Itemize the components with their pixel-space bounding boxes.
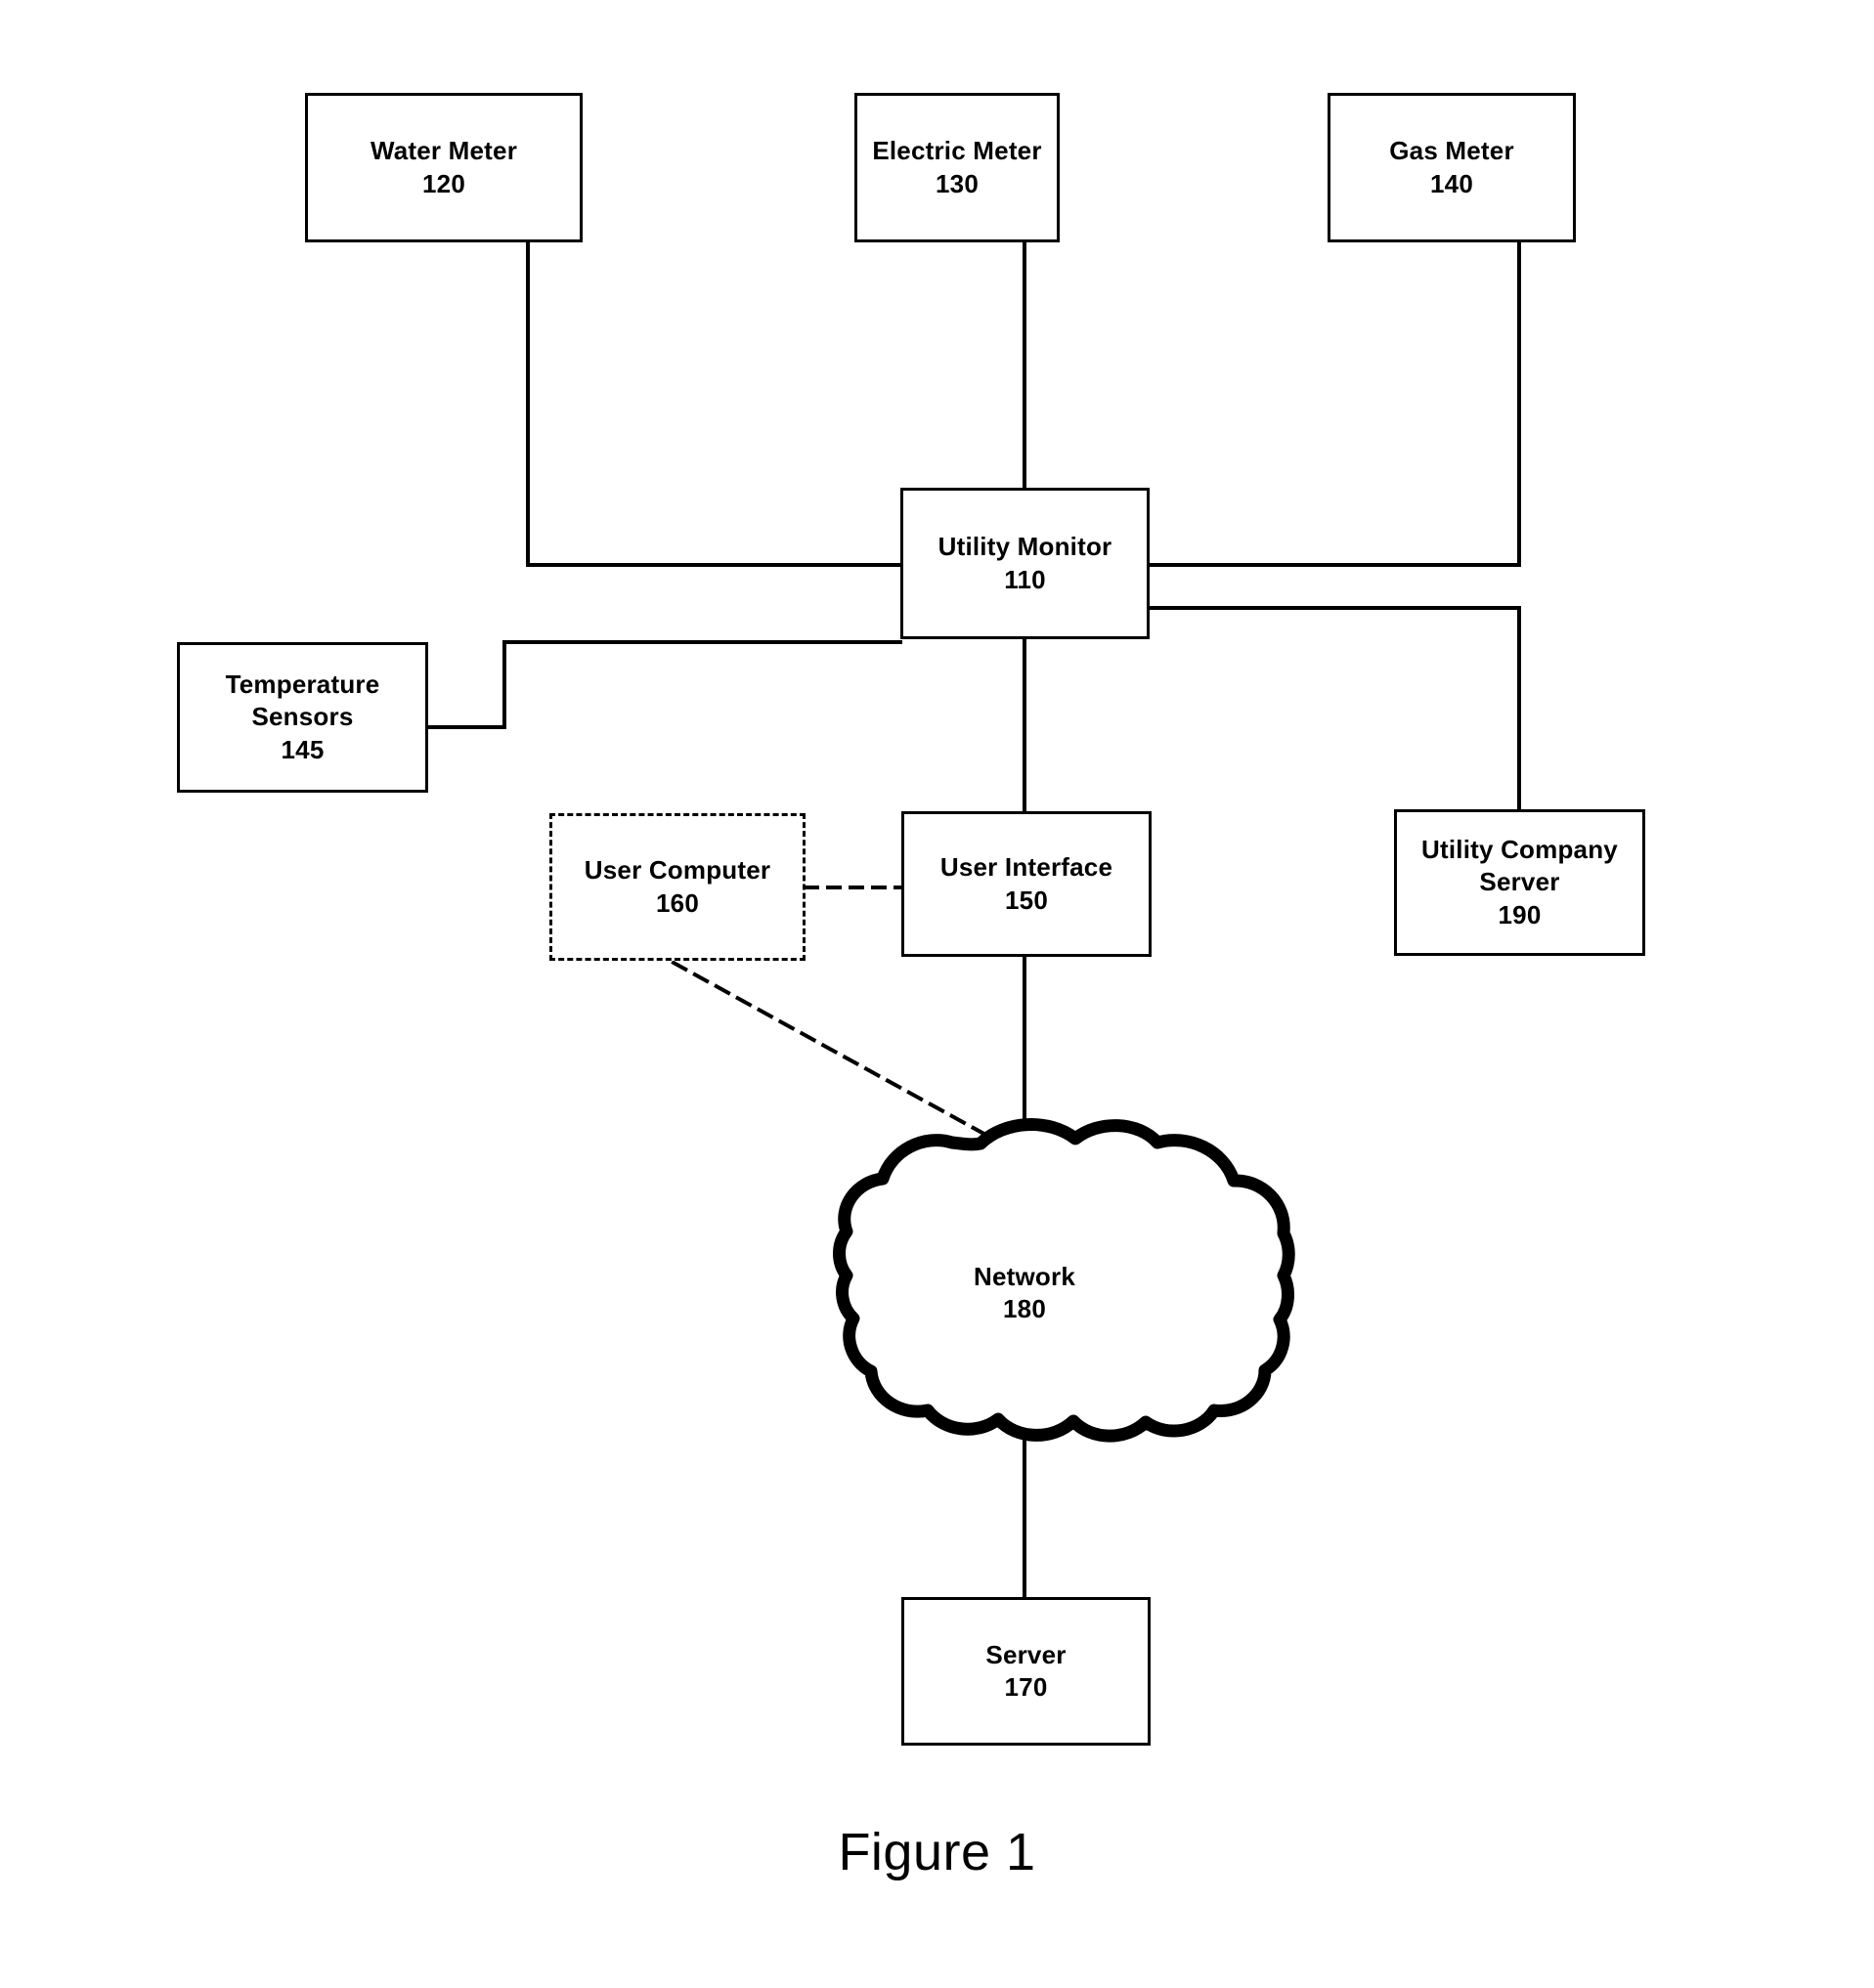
node-electric-meter-label: Electric Meter	[872, 136, 1042, 166]
node-user-computer-label: User Computer	[584, 855, 771, 886]
node-server-number: 170	[1004, 1672, 1048, 1702]
node-temperature-sensors-label2: Sensors	[251, 702, 354, 732]
node-user-interface-label: User Interface	[939, 852, 1113, 883]
node-gas-meter-label: Gas Meter	[1389, 136, 1514, 166]
node-electric-meter[interactable]: Electric Meter 130	[854, 93, 1060, 242]
figure-caption: Figure 1	[838, 1823, 1036, 1881]
node-server-label: Server	[985, 1639, 1067, 1669]
node-temperature-sensors[interactable]: Temperature Sensors 145	[177, 642, 428, 793]
node-network-number: 180	[1003, 1294, 1046, 1324]
node-network-label: Network	[974, 1262, 1075, 1291]
node-utility-monitor-number: 110	[1004, 564, 1046, 594]
node-electric-meter-number: 130	[936, 168, 979, 198]
connector-temperature-sensors-to-utility-monitor	[426, 640, 902, 729]
node-utility-monitor-label: Utility Monitor	[937, 532, 1112, 562]
node-gas-meter-number: 140	[1430, 168, 1473, 198]
node-gas-meter[interactable]: Gas Meter 140	[1328, 93, 1576, 242]
node-water-meter-label: Water Meter	[370, 136, 518, 166]
figure-page: Water Meter 120 Electric Meter 130 Gas M…	[0, 0, 1874, 1988]
node-temperature-sensors-number: 145	[281, 734, 325, 764]
node-water-meter[interactable]: Water Meter 120	[305, 93, 583, 242]
node-utility-company-server[interactable]: Utility Company Server 190	[1394, 809, 1645, 956]
node-user-interface-number: 150	[1005, 885, 1048, 915]
connector-gas-meter-to-utility-monitor	[1148, 240, 1521, 567]
node-user-interface[interactable]: User Interface 150	[901, 811, 1152, 957]
node-utility-company-server-label: Utility Company	[1421, 835, 1618, 865]
connector-water-meter-to-utility-monitor	[526, 240, 902, 567]
connector-utility-monitor-to-utility-company-server	[1148, 606, 1521, 811]
node-utility-monitor[interactable]: Utility Monitor 110	[900, 488, 1150, 639]
node-user-computer-number: 160	[656, 887, 699, 918]
node-network-cloud[interactable]: Network 180	[842, 1261, 1207, 1326]
node-temperature-sensors-label: Temperature	[225, 670, 380, 700]
node-water-meter-number: 120	[422, 168, 465, 198]
node-user-computer[interactable]: User Computer 160	[549, 813, 806, 961]
node-utility-company-server-label2: Server	[1479, 867, 1560, 897]
node-utility-company-server-number: 190	[1498, 899, 1542, 929]
node-server[interactable]: Server 170	[901, 1597, 1151, 1746]
connector-user-computer-to-network	[671, 960, 992, 1140]
